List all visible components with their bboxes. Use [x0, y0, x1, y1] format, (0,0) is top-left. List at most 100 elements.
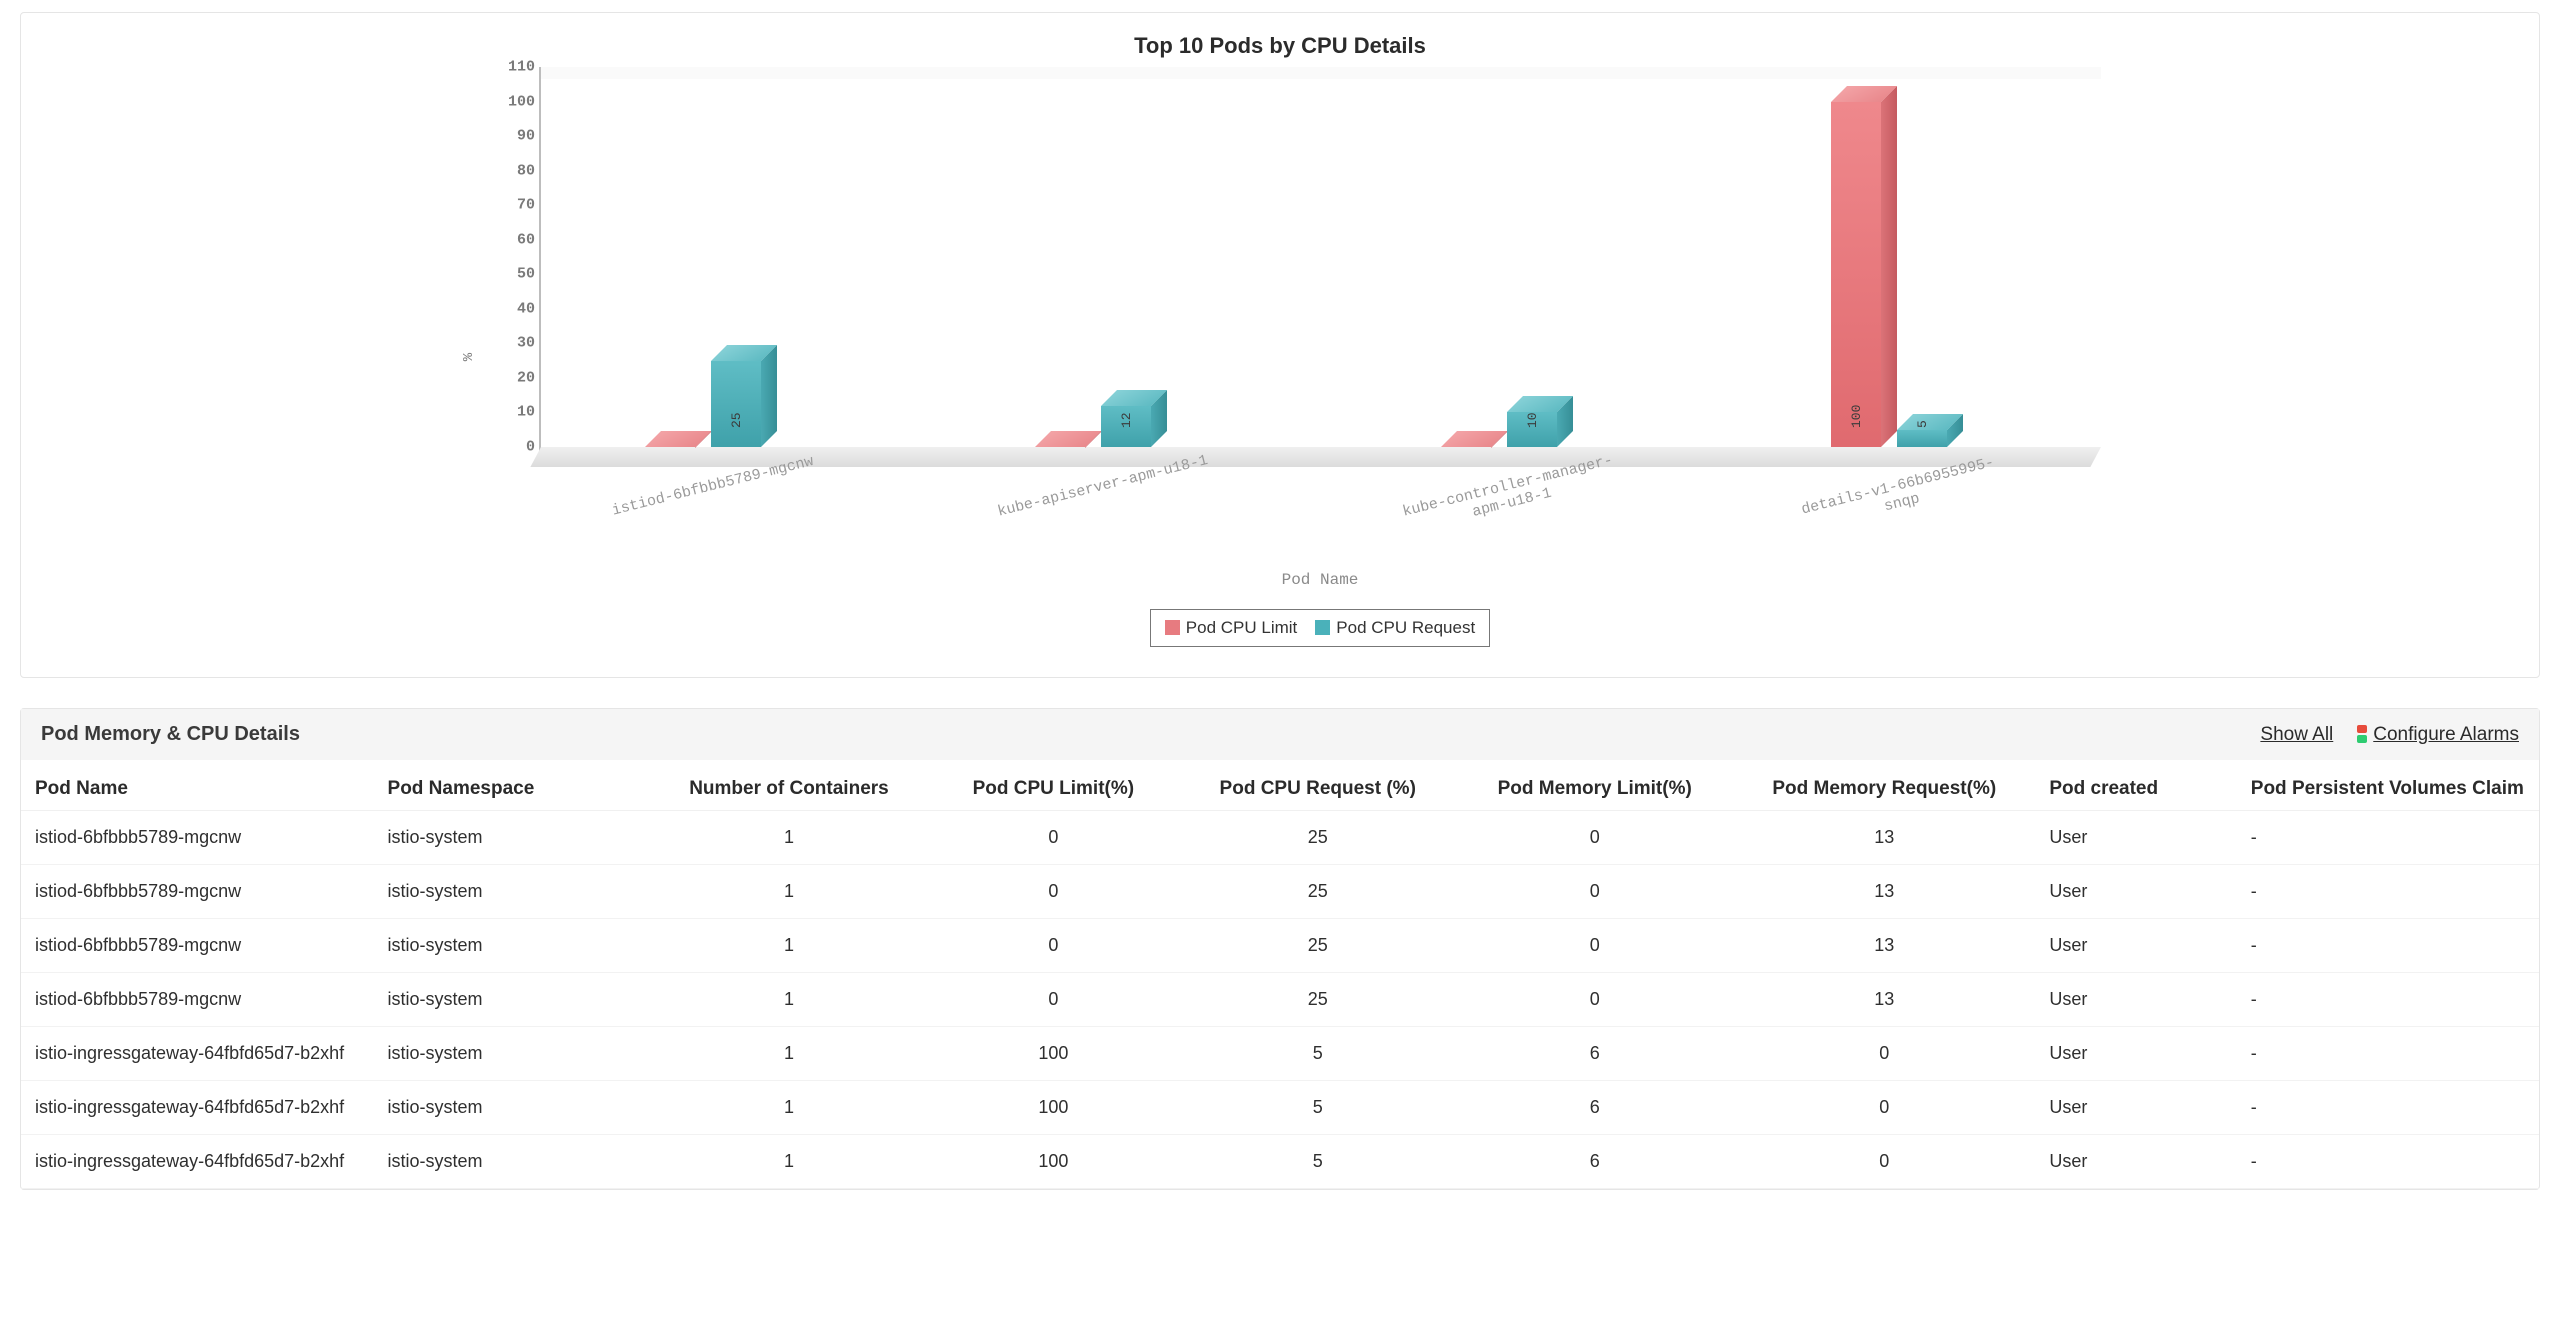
legend-item-request[interactable]: Pod CPU Request [1315, 618, 1475, 638]
bar-cpu-limit[interactable] [1441, 447, 1491, 448]
cell-pvc: - [2237, 1027, 2539, 1081]
bar-group: 25 [603, 361, 803, 447]
table-row[interactable]: istio-ingressgateway-64fbfd65d7-b2xhfist… [21, 1027, 2539, 1081]
square-icon [1165, 620, 1180, 635]
y-tick: 0 [526, 439, 535, 456]
cell-cpu-request: 25 [1179, 865, 1456, 919]
cell-pod-name: istio-ingressgateway-64fbfd65d7-b2xhf [21, 1135, 374, 1189]
y-tick: 90 [517, 128, 535, 145]
col-num-containers[interactable]: Number of Containers [650, 760, 927, 811]
bar-cpu-limit[interactable] [645, 447, 695, 448]
cell-pod-name: istiod-6bfbbb5789-mgcnw [21, 865, 374, 919]
cell-mem-request: 13 [1733, 973, 2035, 1027]
bar-cpu-request[interactable]: 12 [1101, 406, 1151, 447]
y-tick: 50 [517, 266, 535, 283]
table-row[interactable]: istio-ingressgateway-64fbfd65d7-b2xhfist… [21, 1135, 2539, 1189]
y-axis: 0102030405060708090100110 [479, 67, 539, 467]
table-row[interactable]: istiod-6bfbbb5789-mgcnwistio-system10250… [21, 973, 2539, 1027]
bar-cpu-limit[interactable]: 100 [1831, 102, 1881, 447]
cell-mem-limit: 0 [1456, 973, 1733, 1027]
cell-mem-request: 13 [1733, 811, 2035, 865]
bar-value-label: 25 [729, 412, 744, 428]
cell-pod-namespace: istio-system [374, 973, 651, 1027]
y-tick: 70 [517, 197, 535, 214]
bar-value-label: 100 [1849, 405, 1864, 428]
table-title: Pod Memory & CPU Details [41, 723, 300, 746]
cell-pod-created: User [2035, 973, 2236, 1027]
cell-pod-created: User [2035, 919, 2236, 973]
y-axis-label: % [461, 353, 477, 361]
y-tick: 100 [508, 93, 535, 110]
cell-pvc: - [2237, 1135, 2539, 1189]
bar-value-label: 5 [1915, 420, 1930, 428]
cell-cpu-request: 5 [1179, 1135, 1456, 1189]
bar-group: 100 5 [1789, 102, 1989, 447]
col-cpu-limit[interactable]: Pod CPU Limit(%) [927, 760, 1179, 811]
show-all-link[interactable]: Show All [2260, 724, 2333, 746]
cell-cpu-limit: 0 [927, 811, 1179, 865]
cell-cpu-limit: 0 [927, 973, 1179, 1027]
cell-mem-limit: 6 [1456, 1081, 1733, 1135]
bar-value-label: 10 [1525, 412, 1540, 428]
cell-mem-request: 13 [1733, 865, 2035, 919]
cell-cpu-request: 5 [1179, 1027, 1456, 1081]
cell-cpu-limit: 0 [927, 919, 1179, 973]
cell-pod-name: istio-ingressgateway-64fbfd65d7-b2xhf [21, 1027, 374, 1081]
cell-mem-limit: 6 [1456, 1135, 1733, 1189]
legend-label: Pod CPU Request [1336, 618, 1475, 637]
cell-pod-created: User [2035, 1135, 2236, 1189]
cell-cpu-limit: 0 [927, 865, 1179, 919]
table-row[interactable]: istio-ingressgateway-64fbfd65d7-b2xhfist… [21, 1081, 2539, 1135]
cell-cpu-request: 25 [1179, 811, 1456, 865]
cell-pod-created: User [2035, 865, 2236, 919]
cell-cpu-request: 5 [1179, 1081, 1456, 1135]
cell-pod-namespace: istio-system [374, 1135, 651, 1189]
y-tick: 20 [517, 369, 535, 386]
cell-pod-namespace: istio-system [374, 1081, 651, 1135]
chart-panel: Top 10 Pods by CPU Details % 01020304050… [20, 12, 2540, 678]
col-pod-namespace[interactable]: Pod Namespace [374, 760, 651, 811]
square-icon [1315, 620, 1330, 635]
col-pvc[interactable]: Pod Persistent Volumes Claim [2237, 760, 2539, 811]
x-axis-title: Pod Name [539, 571, 2101, 589]
col-pod-created[interactable]: Pod created [2035, 760, 2236, 811]
bar-cpu-request[interactable]: 5 [1897, 430, 1947, 447]
cell-cpu-limit: 100 [927, 1135, 1179, 1189]
cell-num-containers: 1 [650, 919, 927, 973]
cell-mem-request: 0 [1733, 1027, 2035, 1081]
y-tick: 60 [517, 231, 535, 248]
legend-label: Pod CPU Limit [1186, 618, 1297, 637]
y-tick: 10 [517, 404, 535, 421]
configure-alarms-link[interactable]: Configure Alarms [2373, 724, 2519, 745]
col-mem-limit[interactable]: Pod Memory Limit(%) [1456, 760, 1733, 811]
table-panel: Pod Memory & CPU Details Show All Config… [20, 708, 2540, 1190]
bar-group: 12 [993, 406, 1193, 447]
x-axis-labels: istiod-6bfbbb5789-mgcnwkube-apiserver-ap… [539, 467, 2099, 567]
table-row[interactable]: istiod-6bfbbb5789-mgcnwistio-system10250… [21, 811, 2539, 865]
x-tick-label: details-v1-66b6955995- snqp [1800, 455, 2000, 535]
chart-title: Top 10 Pods by CPU Details [41, 33, 2519, 59]
chart-legend: Pod CPU Limit Pod CPU Request [1150, 609, 1490, 647]
bar-cpu-limit[interactable] [1035, 447, 1085, 448]
cell-pvc: - [2237, 1081, 2539, 1135]
cell-mem-request: 13 [1733, 919, 2035, 973]
y-tick: 30 [517, 335, 535, 352]
col-mem-request[interactable]: Pod Memory Request(%) [1733, 760, 2035, 811]
alarm-icon [2355, 725, 2369, 743]
plot-area: 25 12 10 100 5 [539, 67, 2101, 467]
cell-pod-name: istio-ingressgateway-64fbfd65d7-b2xhf [21, 1081, 374, 1135]
col-pod-name[interactable]: Pod Name [21, 760, 374, 811]
cell-pod-name: istiod-6bfbbb5789-mgcnw [21, 973, 374, 1027]
col-cpu-request[interactable]: Pod CPU Request (%) [1179, 760, 1456, 811]
cell-num-containers: 1 [650, 973, 927, 1027]
cell-cpu-request: 25 [1179, 919, 1456, 973]
bar-cpu-request[interactable]: 25 [711, 361, 761, 447]
cell-num-containers: 1 [650, 811, 927, 865]
bar-cpu-request[interactable]: 10 [1507, 412, 1557, 447]
table-row[interactable]: istiod-6bfbbb5789-mgcnwistio-system10250… [21, 865, 2539, 919]
cell-cpu-limit: 100 [927, 1027, 1179, 1081]
table-row[interactable]: istiod-6bfbbb5789-mgcnwistio-system10250… [21, 919, 2539, 973]
chart-area: % 0102030405060708090100110 2512101005 i… [41, 67, 2519, 647]
cell-mem-limit: 6 [1456, 1027, 1733, 1081]
legend-item-limit[interactable]: Pod CPU Limit [1165, 618, 1297, 638]
